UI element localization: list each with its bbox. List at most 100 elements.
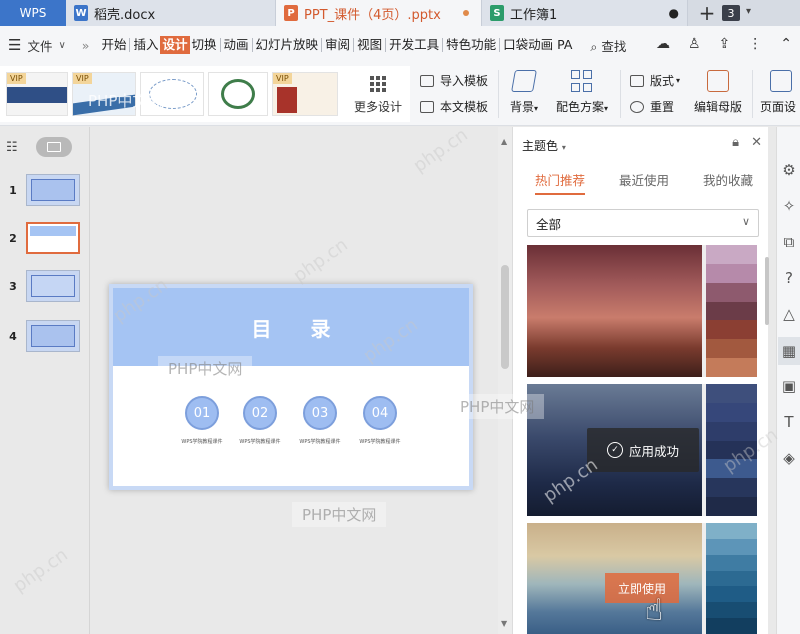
close-tab-icon[interactable]: ● [669, 6, 679, 20]
slide-thumb-row-3[interactable]: 3 [0, 270, 80, 302]
color-swatch[interactable] [706, 459, 757, 479]
reset-button[interactable]: 重置 [630, 98, 674, 115]
color-swatch[interactable] [706, 282, 757, 302]
theme-color-grid-icon[interactable]: ▦ [778, 337, 800, 365]
cloud-sync-icon[interactable]: ☁ [656, 36, 670, 52]
menu-item-transition[interactable]: 切换 [190, 36, 219, 54]
layout-button[interactable]: 版式 ▾ [630, 72, 680, 89]
color-swatch[interactable] [706, 523, 757, 539]
color-swatch[interactable] [706, 440, 757, 460]
menu-item-pocket-animation[interactable]: 口袋动画 PA [501, 36, 574, 54]
menu-item-start[interactable]: 开始 [99, 36, 128, 54]
menu-item-design[interactable]: 设计 [160, 36, 190, 54]
template-thumb-4[interactable] [208, 72, 268, 116]
tab-count-badge[interactable]: 3 [722, 5, 740, 21]
color-scheme-button[interactable]: 配色方案▾ [552, 70, 612, 115]
slide-thumbnail-1[interactable] [26, 174, 80, 206]
color-swatch[interactable] [706, 320, 757, 340]
scroll-down-icon[interactable]: ▼ [501, 619, 507, 628]
transition-icon[interactable]: ⧉ [780, 233, 798, 251]
slide-thumb-row-4[interactable]: 4 [0, 320, 80, 352]
share-user-icon[interactable]: ♙ [688, 36, 701, 52]
color-swatch[interactable] [706, 586, 757, 603]
color-swatch[interactable] [706, 554, 757, 571]
properties-sliders-icon[interactable]: ⚙ [780, 161, 798, 179]
theme-panel-title[interactable]: 主题色 ▾ [522, 137, 566, 154]
slide-title[interactable]: 目 录 [252, 313, 347, 342]
lock-icon[interactable]: 🔒︎ [732, 135, 739, 150]
template-thumb-3[interactable] [140, 72, 204, 116]
import-template-button[interactable]: 导入模板 [420, 72, 488, 89]
tab-doc-xlsx[interactable]: S 工作簿1 ● [482, 0, 688, 26]
expand-arrows-icon[interactable]: » [82, 38, 90, 53]
tab-hot-recommend[interactable]: 热门推荐 [535, 167, 586, 195]
tab-wps-home[interactable]: WPS [0, 0, 66, 26]
current-slide[interactable]: 目 录 01 02 03 04 WPS学院教程课件 WPS学院教程课件 WPS学… [109, 284, 473, 490]
use-now-button[interactable]: 立即使用 [605, 573, 679, 603]
collapse-ribbon-icon[interactable]: ⌃ [780, 36, 792, 52]
slide-item-circle-4[interactable]: 04 [363, 396, 397, 430]
theme-filter-select[interactable]: 全部 ∨ [527, 209, 759, 237]
help-icon[interactable]: ? [780, 269, 798, 287]
animation-star-icon[interactable]: ✧ [780, 197, 798, 215]
slide-thumbnail-2[interactable] [26, 222, 80, 254]
theme-card-2[interactable]: ✓ 应用成功 [527, 384, 757, 516]
more-options-icon[interactable]: ⋮ [748, 36, 762, 52]
thumbnail-view-toggle[interactable] [35, 137, 72, 157]
image-icon[interactable]: ▣ [780, 377, 798, 395]
page-setup-button[interactable]: 页面设 [760, 70, 800, 115]
tab-my-favorites[interactable]: 我的收藏 [703, 167, 753, 197]
tab-list-chevron-icon[interactable]: ▾ [746, 6, 751, 26]
menu-item-animation[interactable]: 动画 [222, 36, 251, 54]
edit-master-button[interactable]: 编辑母版 [692, 70, 744, 115]
new-tab-button[interactable]: + [692, 0, 722, 26]
color-swatch[interactable] [706, 301, 757, 321]
menu-hamburger-icon[interactable]: ☰ [8, 36, 21, 54]
color-swatch[interactable] [706, 358, 757, 377]
outline-list-icon[interactable]: ☷ [6, 140, 18, 155]
slide-thumb-row-2[interactable]: 2 [0, 222, 80, 254]
slide-item-circle-1[interactable]: 01 [185, 396, 219, 430]
color-swatch[interactable] [706, 263, 757, 283]
background-button[interactable]: 背景▾ [506, 70, 542, 115]
scrollbar-thumb[interactable] [501, 265, 509, 369]
menu-item-features[interactable]: 特色功能 [444, 36, 498, 54]
color-swatch[interactable] [706, 339, 757, 359]
tab-doc-docx[interactable]: W 稻壳.docx [66, 0, 276, 26]
canvas-scrollbar[interactable]: ▲ ▼ [498, 127, 512, 634]
shapes-icon[interactable]: △ [780, 305, 798, 323]
file-chevron-icon[interactable]: ∨ [58, 40, 65, 51]
close-icon[interactable]: ✕ [751, 135, 762, 150]
slide-thumbnail-3[interactable] [26, 270, 80, 302]
color-swatch[interactable] [706, 618, 757, 634]
color-swatch[interactable] [706, 245, 757, 264]
tab-recently-used[interactable]: 最近使用 [619, 167, 669, 197]
color-swatch[interactable] [706, 478, 757, 498]
color-swatch[interactable] [706, 602, 757, 619]
theme-card-3[interactable]: 立即使用 ☝ [527, 523, 757, 634]
menu-item-insert[interactable]: 插入 [131, 36, 160, 54]
more-design-button[interactable]: 更多设计 [350, 76, 406, 115]
slide-item-caption-4[interactable]: WPS学院教程课件 [345, 438, 415, 445]
theme-card-1[interactable] [527, 245, 757, 377]
cube-icon[interactable]: ◈ [780, 449, 798, 467]
slide-thumbnail-4[interactable] [26, 320, 80, 352]
template-thumb-1[interactable]: VIP [6, 72, 68, 116]
color-swatch[interactable] [706, 497, 757, 516]
theme-panel-scrollbar[interactable] [765, 257, 769, 325]
scroll-up-icon[interactable]: ▲ [501, 137, 507, 146]
search-button[interactable]: ⌕ 查找 [590, 36, 626, 55]
menu-item-developer[interactable]: 开发工具 [387, 36, 441, 54]
template-thumb-2[interactable]: VIP [72, 72, 136, 116]
menu-item-slideshow[interactable]: 幻灯片放映 [254, 36, 321, 54]
tab-doc-pptx[interactable]: P PPT_课件（4页）.pptx [276, 0, 482, 26]
slide-item-circle-3[interactable]: 03 [303, 396, 337, 430]
color-swatch[interactable] [706, 421, 757, 441]
menu-item-review[interactable]: 审阅 [323, 36, 352, 54]
slide-thumb-row-1[interactable]: 1 [0, 174, 80, 206]
color-swatch[interactable] [706, 402, 757, 422]
text-icon[interactable]: T [780, 413, 798, 431]
slide-item-circle-2[interactable]: 02 [243, 396, 277, 430]
color-swatch[interactable] [706, 384, 757, 403]
template-thumb-5[interactable]: VIP [272, 72, 338, 116]
